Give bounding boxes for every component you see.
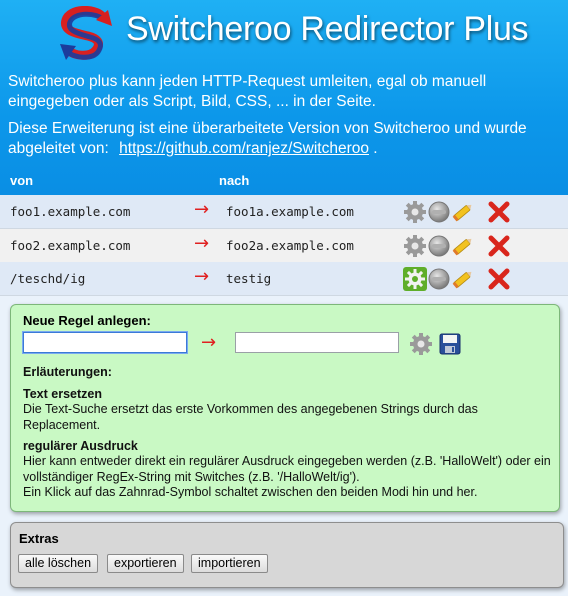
text-replace-heading: Text ersetzen (23, 387, 102, 401)
delete-all-button[interactable]: alle löschen (18, 554, 99, 573)
source-link[interactable]: https://github.com/ranjez/Switcheroo (119, 140, 369, 157)
regex-description-2: Ein Klick auf das Zahnrad-Symbol schalte… (23, 485, 478, 499)
arrow-right-icon: → (194, 266, 210, 287)
delete-icon[interactable] (487, 234, 511, 258)
import-button[interactable]: importieren (191, 554, 268, 573)
extras-panel: Extras alle löschen exportieren importie… (10, 522, 564, 588)
pencil-icon[interactable] (451, 267, 475, 291)
toggle-off-icon[interactable] (427, 234, 451, 258)
regex-heading: regulärer Ausdruck (23, 439, 138, 453)
gear-icon[interactable] (403, 200, 427, 224)
new-rule-to-input[interactable] (235, 332, 399, 353)
rule-to: foo1a.example.com (226, 204, 354, 219)
rule-from: /teschd/ig (10, 271, 86, 286)
gear-icon[interactable] (409, 332, 433, 356)
arrow-right-icon: → (194, 199, 210, 220)
pencil-icon[interactable] (451, 200, 475, 224)
extras-heading: Extras (19, 531, 59, 546)
explanations-heading: Erläuterungen: (23, 365, 112, 379)
regex-description: Hier kann entweder direkt ein regulärer … (23, 454, 551, 501)
toggle-off-icon[interactable] (427, 200, 451, 224)
rule-from: foo2.example.com (10, 238, 131, 253)
rule-row: /teschd/ig → testig (0, 262, 568, 296)
arrow-right-icon: → (201, 332, 217, 353)
arrow-right-icon: → (194, 233, 210, 254)
gear-icon[interactable] (403, 234, 427, 258)
regex-description-1: Hier kann entweder direkt ein regulärer … (23, 454, 551, 484)
rule-row: foo2.example.com → foo2a.example.com (0, 229, 568, 263)
regex-gear-icon[interactable] (403, 267, 427, 291)
save-icon[interactable] (439, 333, 461, 355)
delete-icon[interactable] (487, 267, 511, 291)
rule-from: foo1.example.com (10, 204, 131, 219)
header: Switcheroo Redirector Plus Switcheroo pl… (0, 0, 568, 196)
new-rule-from-input[interactable] (23, 332, 187, 353)
delete-icon[interactable] (487, 200, 511, 224)
rule-to: testig (226, 271, 272, 286)
app-title: Switcheroo Redirector Plus (126, 10, 529, 48)
toggle-off-icon[interactable] (427, 267, 451, 291)
text-replace-description: Die Text-Suche ersetzt das erste Vorkomm… (23, 402, 478, 432)
switcheroo-logo-icon (60, 6, 112, 60)
new-rule-panel: Neue Regel anlegen: → Erläuterungen: Tex… (10, 304, 560, 512)
description-2-suffix: . (369, 140, 378, 157)
export-button[interactable]: exportieren (107, 554, 184, 573)
new-rule-heading: Neue Regel anlegen: (23, 313, 151, 328)
column-header-from: von (10, 173, 34, 188)
rule-row: foo1.example.com → foo1a.example.com (0, 195, 568, 229)
description-1: Switcheroo plus kann jeden HTTP-Request … (8, 73, 487, 110)
description-2: Diese Erweiterung ist eine überarbeitete… (8, 119, 560, 159)
column-header-to: nach (219, 173, 250, 188)
pencil-icon[interactable] (451, 234, 475, 258)
rule-to: foo2a.example.com (226, 238, 354, 253)
